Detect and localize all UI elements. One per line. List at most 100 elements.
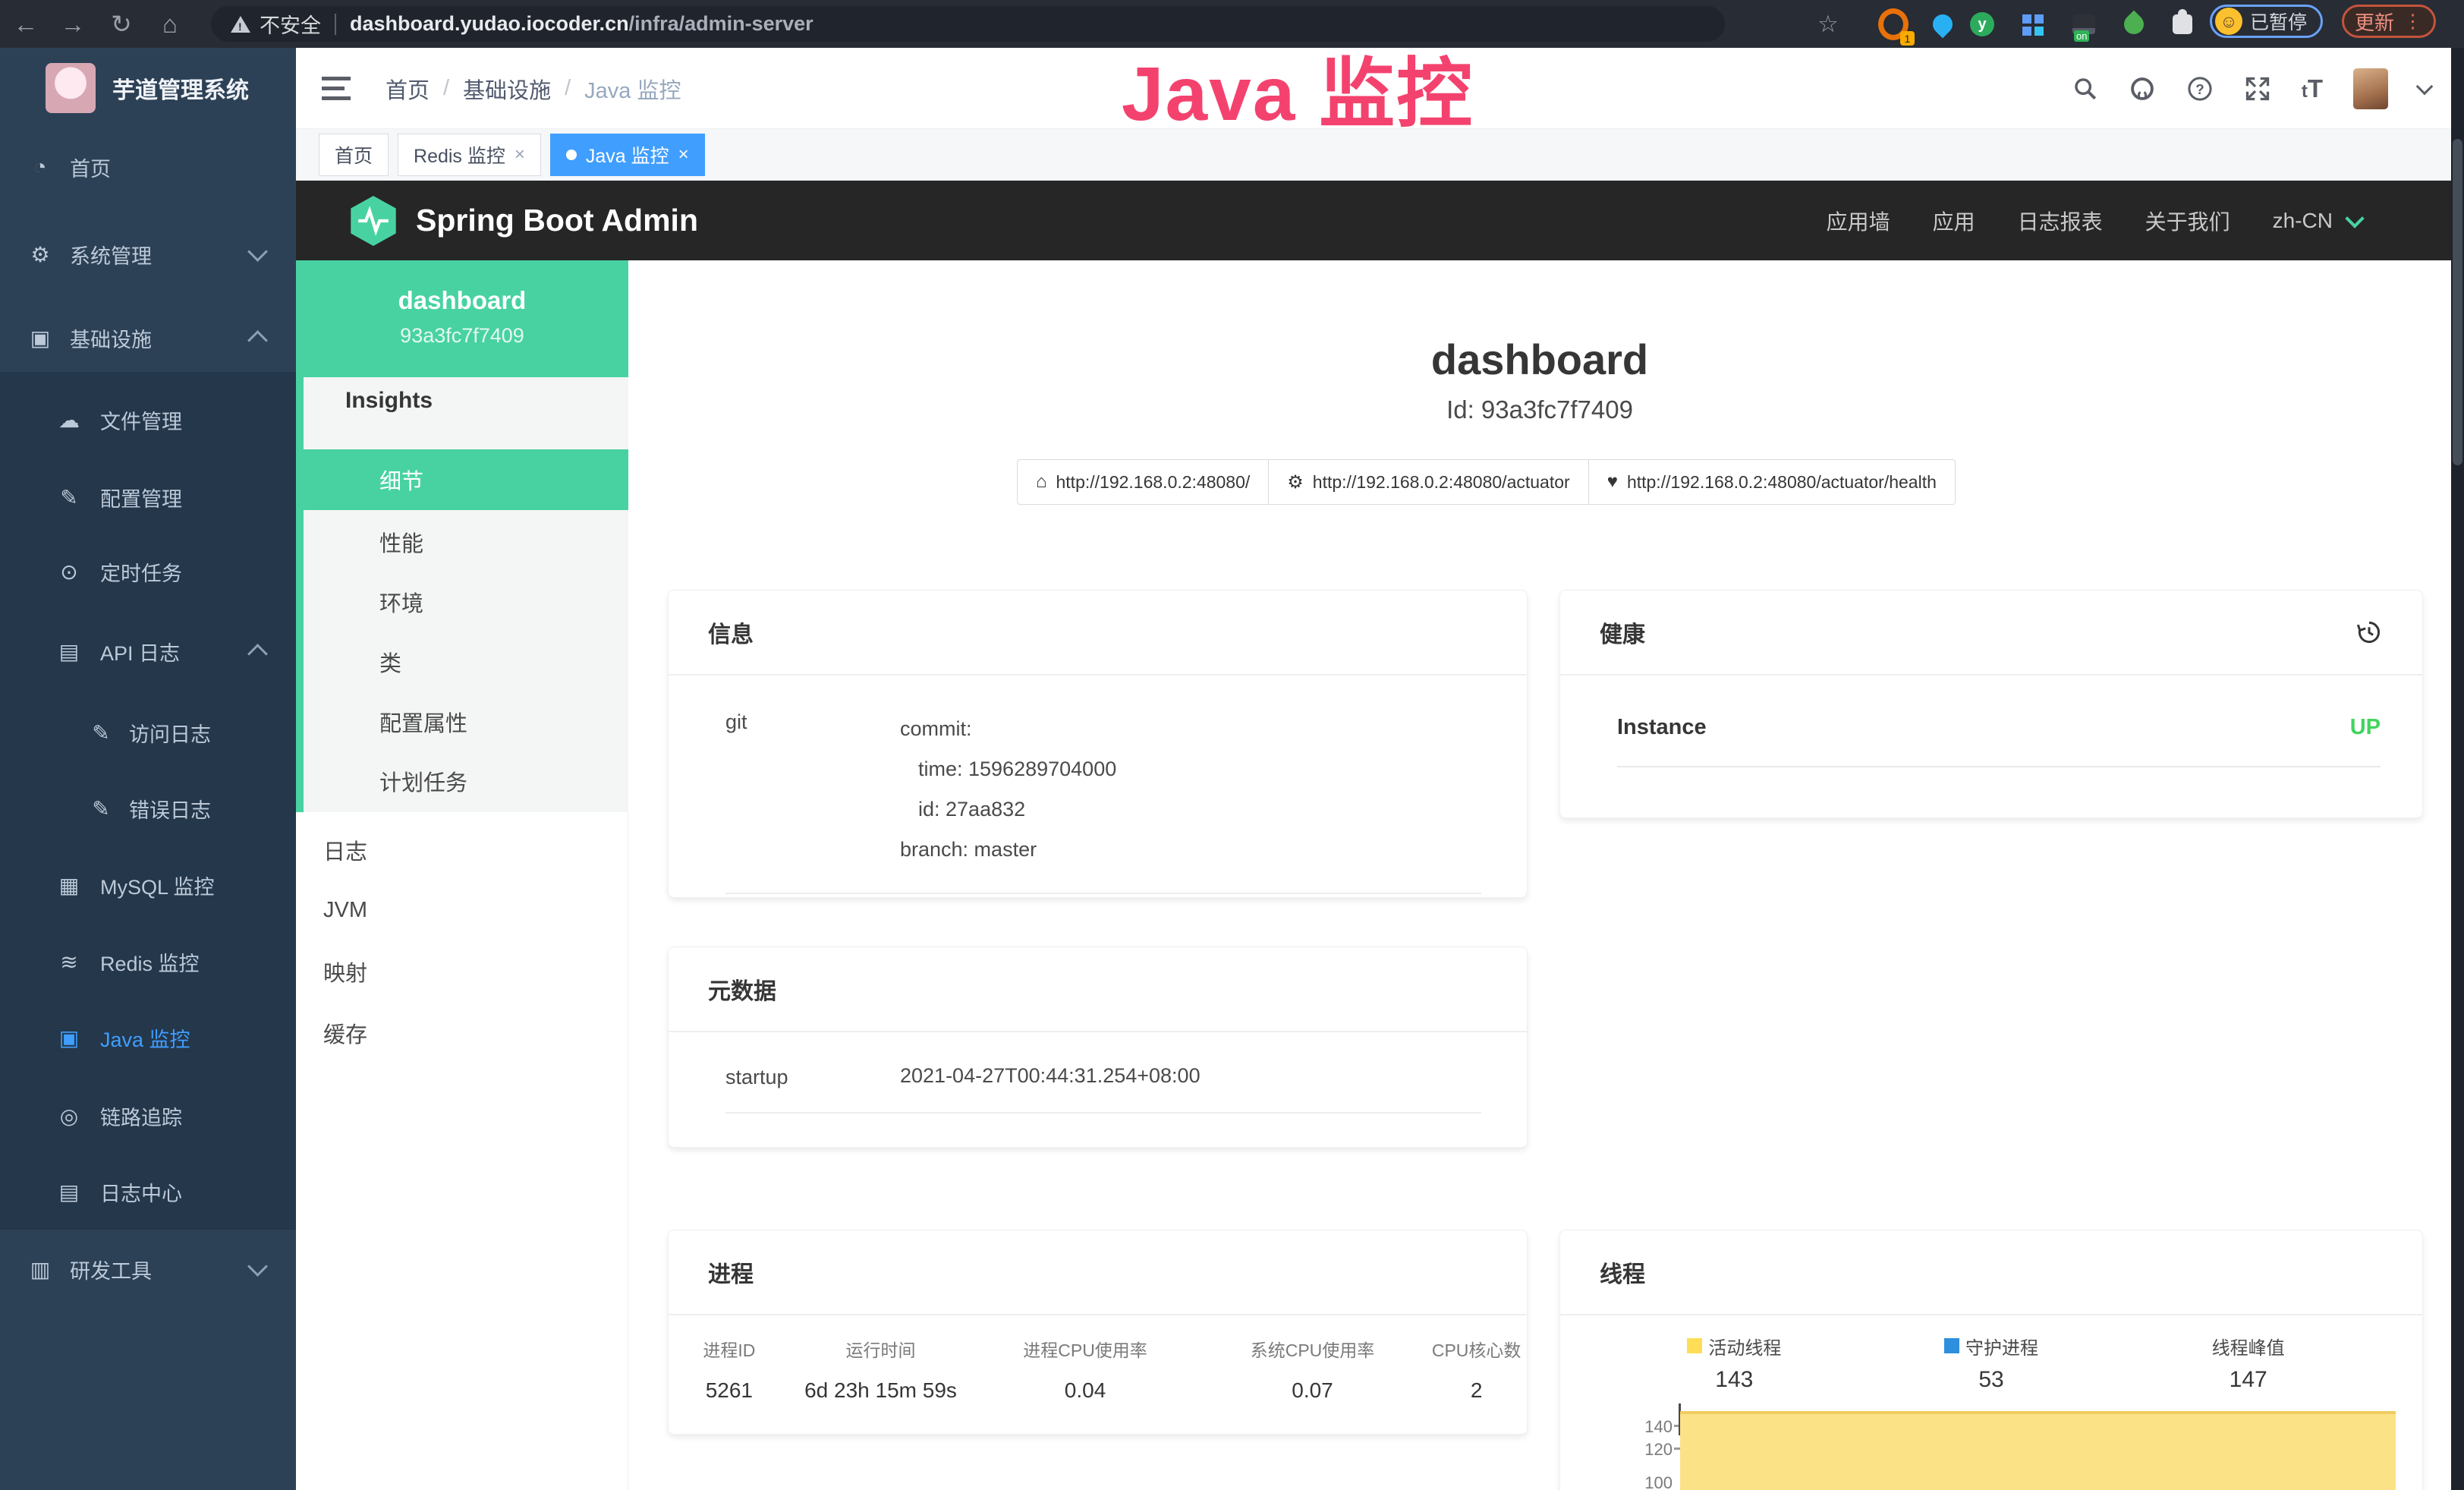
user-avatar[interactable] <box>2353 68 2388 109</box>
help-icon[interactable]: ? <box>2186 75 2214 102</box>
sba-item-mappings[interactable]: 映射 <box>296 941 628 1002</box>
chevron-up-icon <box>247 330 268 351</box>
legend-swatch-daemon <box>1944 1338 1959 1353</box>
sidebar-item-trace[interactable]: ◎链路追踪 <box>0 1085 296 1146</box>
extensions-puzzle-icon[interactable] <box>2167 9 2198 39</box>
sba-detail-view: dashboard Id: 93a3fc7f7409 ⌂ http://192.… <box>628 260 2451 1490</box>
tab-redis-monitor[interactable]: Redis 监控 × <box>398 134 541 176</box>
tab-java-monitor[interactable]: Java 监控 × <box>550 134 705 176</box>
sba-item-logfile[interactable]: 日志 <box>296 820 628 880</box>
info-key: git <box>725 709 900 870</box>
sba-nav-wallboard[interactable]: 应用墙 <box>1827 206 1890 236</box>
bookmark-star-icon[interactable]: ☆ <box>1817 0 1839 48</box>
extension-on-icon[interactable]: on <box>2069 9 2099 39</box>
search-icon[interactable] <box>2072 76 2098 102</box>
sba-locale-select[interactable]: zh-CN <box>2273 209 2333 233</box>
sba-item-caches[interactable]: 缓存 <box>296 1003 628 1063</box>
browser-back-icon[interactable]: ← <box>5 0 47 48</box>
sba-item-environment[interactable]: 环境 <box>296 572 628 632</box>
sba-nav-about[interactable]: 关于我们 <box>2145 206 2230 236</box>
app-logo <box>46 63 96 113</box>
process-header-process-cpu: 进程CPU使用率 <box>971 1331 1198 1367</box>
extension-y-icon[interactable]: y <box>1967 9 1997 39</box>
metadata-key: startup <box>725 1064 900 1089</box>
sba-item-scheduled-tasks[interactable]: 计划任务 <box>296 751 628 811</box>
sba-item-config-props[interactable]: 配置属性 <box>296 691 628 752</box>
sidebar-item-java-monitor[interactable]: ▣Java 监控 <box>0 1007 296 1068</box>
url-host[interactable]: dashboard.yudao.iocoder.cn <box>350 12 629 36</box>
sidebar-item-access-logs[interactable]: ✎访问日志 <box>0 702 296 763</box>
sidebar-item-log-center[interactable]: ▤日志中心 <box>0 1161 296 1222</box>
sba-item-metrics[interactable]: 性能 <box>296 512 628 572</box>
sidebar-item-system[interactable]: ⚙系统管理 <box>0 224 296 285</box>
user-menu-caret-icon[interactable] <box>2416 77 2434 95</box>
app-logo-row[interactable]: 芋道管理系统 <box>46 63 249 113</box>
github-icon[interactable] <box>2129 75 2156 102</box>
eye-icon: ◎ <box>52 1104 86 1129</box>
fullscreen-icon[interactable] <box>2244 75 2271 102</box>
breadcrumb-current: Java 监控 <box>584 73 681 105</box>
sidebar-item-error-logs[interactable]: ✎错误日志 <box>0 778 296 839</box>
legend-value-live: 143 <box>1606 1367 1863 1393</box>
sidebar-item-config-mgmt[interactable]: ✎配置管理 <box>0 467 296 528</box>
process-header-pid: 进程ID <box>669 1331 790 1367</box>
locale-caret-icon <box>2345 209 2364 228</box>
spring-boot-admin-logo[interactable] <box>351 196 396 246</box>
browser-home-icon[interactable]: ⌂ <box>149 0 191 48</box>
browser-profile-button[interactable]: ☺ 已暂停 <box>2210 5 2323 38</box>
info-card: 信息 git commit: time: 1596289704000 id: 2… <box>668 590 1528 898</box>
breadcrumb-separator: / <box>443 76 449 101</box>
edit-icon: ✎ <box>52 485 86 510</box>
chevron-down-icon <box>247 1256 268 1277</box>
sidebar-item-file-mgmt[interactable]: ☁文件管理 <box>0 389 296 450</box>
service-url-button[interactable]: ⌂ http://192.168.0.2:48080/ <box>1017 459 1269 505</box>
sidebar-item-dev-tools[interactable]: ▥研发工具 <box>0 1239 296 1299</box>
sidebar-item-redis-monitor[interactable]: ≋Redis 监控 <box>0 931 296 992</box>
legend-label-peak: 线程峰值 <box>2212 1333 2285 1359</box>
collapse-sidebar-icon[interactable] <box>322 77 351 101</box>
log-doc-icon: ▤ <box>52 639 86 664</box>
sba-item-details[interactable]: 细节 <box>296 449 628 510</box>
timer-icon: ⊙ <box>52 559 86 584</box>
extension-grid-icon[interactable] <box>2017 9 2047 39</box>
url-path[interactable]: /infra/admin-server <box>629 12 813 36</box>
sidebar-item-home[interactable]: ◔首页 <box>0 137 296 197</box>
browser-menu-icon[interactable]: ⋮ <box>2403 10 2423 33</box>
sba-item-classes[interactable]: 类 <box>296 632 628 692</box>
extension-pin-icon[interactable] <box>1927 9 1958 39</box>
browser-update-button[interactable]: 更新 ⋮ <box>2342 5 2436 38</box>
scrollbar-thumb[interactable] <box>2453 139 2462 465</box>
breadcrumb-home[interactable]: 首页 <box>385 73 430 105</box>
sba-nav-journal[interactable]: 日志报表 <box>2018 206 2103 236</box>
process-uptime: 6d 23h 15m 59s <box>790 1367 972 1414</box>
security-label[interactable]: 不安全 <box>260 9 321 39</box>
health-instance-label: Instance <box>1617 715 1707 740</box>
sidebar-item-scheduled-tasks[interactable]: ⊙定时任务 <box>0 541 296 602</box>
breadcrumb-infra[interactable]: 基础设施 <box>463 73 551 105</box>
sidebar-item-api-logs[interactable]: ▤API 日志 <box>0 621 296 682</box>
health-url-button[interactable]: ♥ http://192.168.0.2:48080/actuator/heal… <box>1588 459 1956 505</box>
sidebar-item-mysql-monitor[interactable]: ▦MySQL 监控 <box>0 855 296 915</box>
extension-orange-icon[interactable]: 1 <box>1878 9 1909 39</box>
process-header-cpus: CPU核心数 <box>1426 1331 1527 1367</box>
legend-swatch-live <box>1687 1338 1702 1353</box>
close-icon[interactable]: × <box>515 144 525 165</box>
browser-forward-icon[interactable]: → <box>52 0 94 48</box>
not-secure-icon: ! <box>231 16 250 33</box>
sba-item-jvm[interactable]: JVM <box>296 880 628 940</box>
page-scrollbar[interactable] <box>2451 48 2464 1490</box>
sba-instance-header[interactable]: dashboard 93a3fc7f7409 <box>296 260 628 377</box>
metadata-card-title: 元数据 <box>708 972 776 1006</box>
sba-brand-title[interactable]: Spring Boot Admin <box>416 203 698 238</box>
history-icon[interactable] <box>2355 619 2383 646</box>
tab-home[interactable]: 首页 <box>319 134 389 176</box>
font-size-icon[interactable]: tT <box>2302 74 2323 103</box>
close-icon[interactable]: × <box>678 144 689 165</box>
annotation-text: Java 监控 <box>873 32 1723 142</box>
extension-leaf-icon[interactable] <box>2119 9 2149 39</box>
sba-nav-applications[interactable]: 应用 <box>1933 206 1975 236</box>
actuator-url-button[interactable]: ⚙ http://192.168.0.2:48080/actuator <box>1268 459 1588 505</box>
cpu-cores: 2 <box>1426 1367 1527 1414</box>
browser-reload-icon[interactable]: ↻ <box>100 0 143 48</box>
sidebar-item-infra[interactable]: ▣基础设施 <box>0 307 296 368</box>
